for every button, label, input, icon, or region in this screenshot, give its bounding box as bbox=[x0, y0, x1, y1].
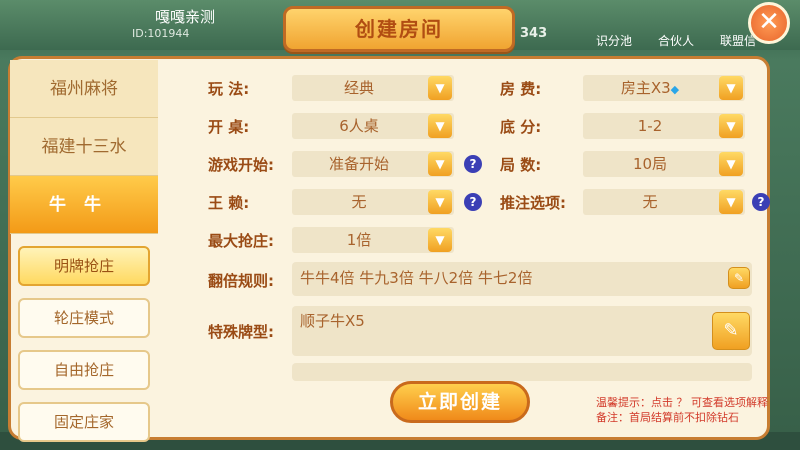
label-special: 特殊牌型: bbox=[208, 323, 274, 341]
chevron-down-icon[interactable]: ▼ bbox=[719, 152, 743, 176]
double-rules-box[interactable]: 牛牛4倍 牛九3倍 牛八2倍 牛七2倍 ✎ bbox=[292, 262, 752, 296]
label-play: 玩 法: bbox=[208, 80, 250, 98]
select-rounds-value: 10局 bbox=[632, 155, 668, 173]
select-max-grab[interactable]: 1倍 ▼ bbox=[292, 227, 454, 253]
chevron-down-icon[interactable]: ▼ bbox=[719, 190, 743, 214]
category-niuniu[interactable]: 牛牛 bbox=[10, 176, 158, 234]
label-game-start: 游戏开始: bbox=[208, 156, 274, 174]
select-play[interactable]: 经典 ▼ bbox=[292, 75, 454, 101]
category-fuzhou-mahjong[interactable]: 福州麻将 bbox=[10, 60, 158, 118]
category-sidebar: 福州麻将 福建十三水 牛牛 明牌抢庄 轮庄模式 自由抢庄 固定庄家 bbox=[10, 60, 160, 442]
chevron-down-icon[interactable]: ▼ bbox=[719, 114, 743, 138]
mode-rotate-banker[interactable]: 轮庄模式 bbox=[18, 298, 150, 338]
select-tables-value: 6人桌 bbox=[339, 117, 379, 135]
chevron-down-icon[interactable]: ▼ bbox=[428, 228, 452, 252]
lobby-item-partner[interactable]: 合伙人 bbox=[658, 32, 694, 49]
player-id: ID:101944 bbox=[132, 27, 190, 40]
special-hands-box[interactable]: 顺子牛X5 ✎ bbox=[292, 306, 752, 356]
lobby-item-pool[interactable]: 识分池 bbox=[596, 32, 632, 49]
create-now-button[interactable]: 立即创建 bbox=[390, 381, 530, 423]
chevron-down-icon[interactable]: ▼ bbox=[719, 76, 743, 100]
chevron-down-icon[interactable]: ▼ bbox=[428, 76, 452, 100]
label-base-score: 底 分: bbox=[500, 118, 542, 136]
mode-fixed-banker[interactable]: 固定庄家 bbox=[18, 402, 150, 442]
player-name: 嘎嘎亲测 bbox=[155, 8, 216, 26]
help-icon[interactable]: ? bbox=[752, 193, 770, 211]
select-tables[interactable]: 6人桌 ▼ bbox=[292, 113, 454, 139]
chevron-down-icon[interactable]: ▼ bbox=[428, 152, 452, 176]
select-room-fee[interactable]: 房主X3◆ ▼ bbox=[583, 75, 745, 101]
tip-line-2: 备注：首局结算前不扣除钻石 bbox=[596, 411, 739, 424]
label-max-grab: 最大抢庄: bbox=[208, 232, 274, 250]
help-icon[interactable]: ? bbox=[464, 155, 482, 173]
pin-icon[interactable]: ✎ bbox=[728, 267, 750, 289]
double-rules-text: 牛牛4倍 牛九3倍 牛八2倍 牛七2倍 bbox=[300, 269, 533, 287]
select-push-bet-value: 无 bbox=[642, 193, 658, 211]
select-room-fee-value: 房主X3 bbox=[620, 79, 671, 97]
chevron-down-icon[interactable]: ▼ bbox=[428, 114, 452, 138]
select-game-start[interactable]: 准备开始 ▼ bbox=[292, 151, 454, 177]
select-wildcard[interactable]: 无 ▼ bbox=[292, 189, 454, 215]
pin-icon[interactable]: ✎ bbox=[712, 312, 750, 350]
tip-line-1: 温馨提示：点击 ？ 可查看选项解释 bbox=[596, 396, 768, 409]
label-double-rules: 翻倍规则: bbox=[208, 272, 274, 290]
select-push-bet[interactable]: 无 ▼ bbox=[583, 189, 745, 215]
label-wildcard: 王 赖: bbox=[208, 194, 250, 212]
select-base-score[interactable]: 1-2 ▼ bbox=[583, 113, 745, 139]
select-max-grab-value: 1倍 bbox=[346, 231, 372, 249]
dialog-title-plate: 创建房间 bbox=[283, 6, 515, 52]
dialog-title: 创建房间 bbox=[355, 17, 443, 41]
select-base-score-value: 1-2 bbox=[637, 117, 663, 135]
mode-open-grab[interactable]: 明牌抢庄 bbox=[18, 246, 150, 286]
label-push-bet: 推注选项: bbox=[500, 194, 566, 212]
extra-option-box[interactable] bbox=[292, 363, 752, 381]
label-tables: 开 桌: bbox=[208, 118, 250, 136]
lobby-counter: 343 bbox=[520, 26, 548, 41]
select-rounds[interactable]: 10局 ▼ bbox=[583, 151, 745, 177]
special-hands-text: 顺子牛X5 bbox=[300, 312, 365, 330]
help-icon[interactable]: ? bbox=[464, 193, 482, 211]
select-game-start-value: 准备开始 bbox=[328, 155, 389, 173]
close-button[interactable]: ✕ bbox=[748, 2, 790, 44]
select-play-value: 经典 bbox=[343, 79, 374, 97]
close-icon: ✕ bbox=[758, 7, 780, 37]
chevron-down-icon[interactable]: ▼ bbox=[428, 190, 452, 214]
category-fujian-13[interactable]: 福建十三水 bbox=[10, 118, 158, 176]
diamond-icon: ◆ bbox=[670, 83, 680, 96]
mode-free-grab[interactable]: 自由抢庄 bbox=[18, 350, 150, 390]
label-rounds: 局 数: bbox=[500, 156, 542, 174]
label-room-fee: 房 费: bbox=[500, 80, 542, 98]
select-wildcard-value: 无 bbox=[351, 193, 367, 211]
